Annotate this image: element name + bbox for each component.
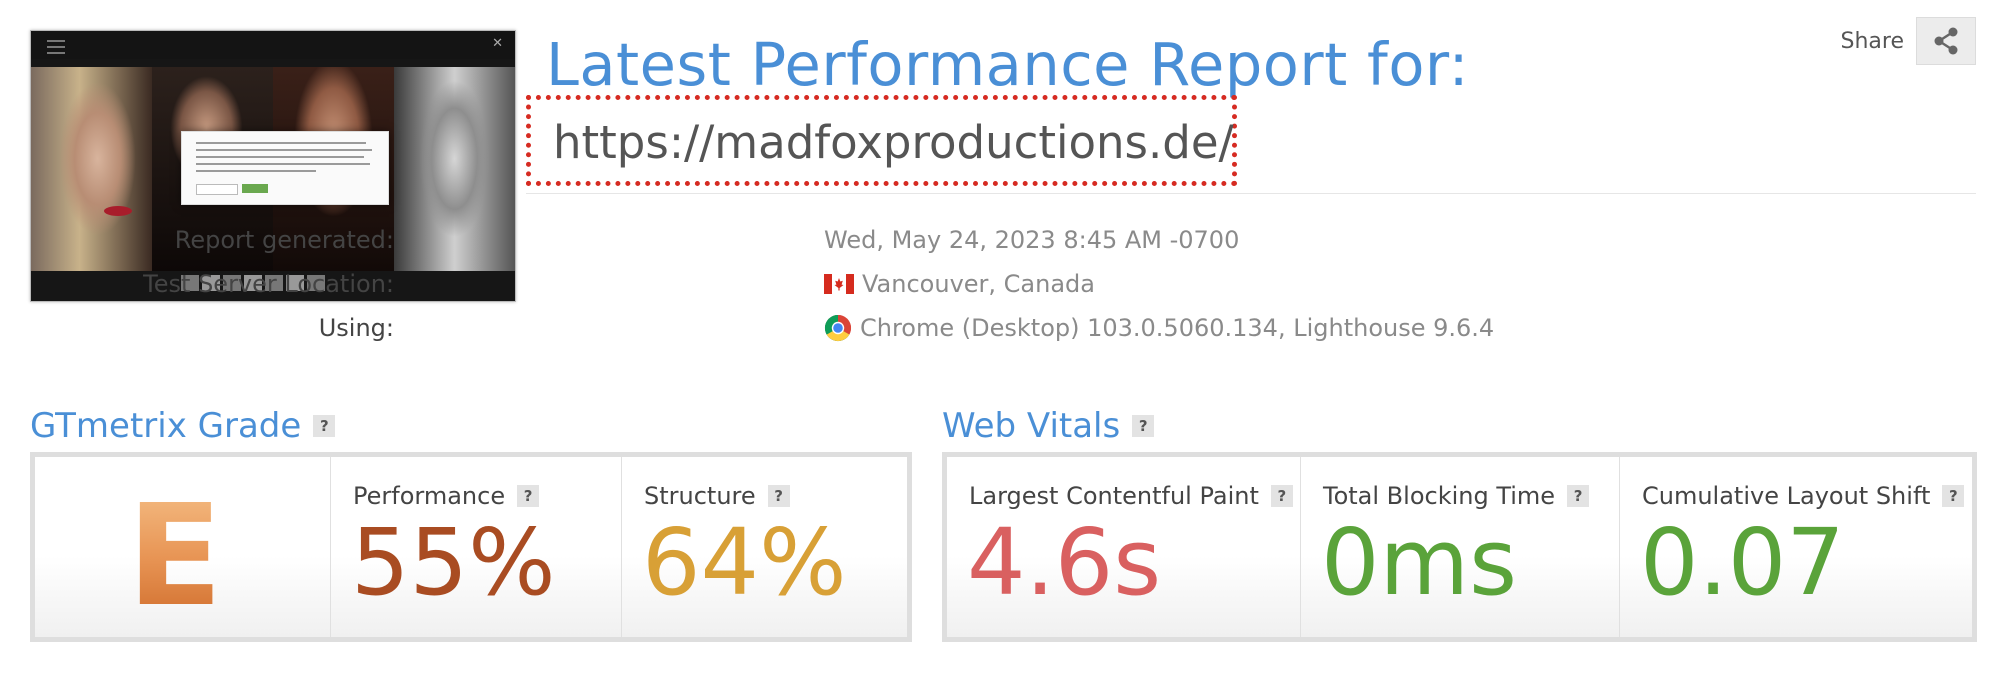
- structure-help-icon[interactable]: ?: [767, 485, 790, 507]
- page-title: Latest Performance Report for:: [546, 30, 1470, 99]
- share-button[interactable]: [1916, 17, 1976, 65]
- structure-label: Structure: [644, 482, 756, 510]
- chrome-icon: [824, 314, 852, 342]
- using-label: Using:: [318, 314, 394, 342]
- tbt-help-icon[interactable]: ?: [1567, 485, 1590, 507]
- meta-row-server-location: Test Server Location: Vancouver, Canada: [0, 266, 1600, 310]
- structure-value: 64%: [642, 509, 847, 616]
- share-icon: [1934, 27, 1958, 55]
- cls-cell: Cumulative Layout Shift ? 0.07: [1619, 457, 1972, 637]
- canada-flag-icon: [824, 274, 854, 294]
- tbt-label: Total Blocking Time: [1323, 482, 1556, 510]
- report-url[interactable]: https://madfoxproductions.de/: [553, 116, 1234, 169]
- meta-row-report-generated: Report generated: Wed, May 24, 2023 8:45…: [0, 222, 1600, 266]
- cls-label: Cumulative Layout Shift: [1642, 482, 1931, 510]
- performance-cell: Performance ? 55%: [330, 457, 621, 637]
- performance-help-icon[interactable]: ?: [517, 485, 540, 507]
- gtmetrix-grade-heading: GTmetrix Grade ?: [30, 406, 336, 446]
- lcp-value: 4.6s: [967, 509, 1162, 616]
- gtmetrix-grade-help-icon[interactable]: ?: [313, 415, 336, 437]
- lcp-label: Largest Contentful Paint: [969, 482, 1259, 510]
- tbt-value: 0ms: [1321, 509, 1518, 616]
- server-location-value: Vancouver, Canada: [862, 270, 1095, 298]
- header-divider: [526, 193, 1976, 194]
- web-vitals-heading: Web Vitals ?: [942, 406, 1155, 446]
- meta-row-using: Using: Chrome (Desktop) 103.0.5060.134, …: [0, 310, 1600, 354]
- share-label: Share: [1840, 28, 1905, 54]
- web-vitals-title: Web Vitals: [942, 406, 1121, 446]
- hamburger-menu-icon: [47, 40, 65, 54]
- server-location-label: Test Server Location:: [143, 270, 394, 298]
- cls-value: 0.07: [1640, 509, 1845, 616]
- gtmetrix-grade-panel: E Performance ? 55% Structure ? 64%: [30, 452, 912, 642]
- structure-cell: Structure ? 64%: [621, 457, 907, 637]
- thumbnail-topbar: ✕: [31, 31, 515, 59]
- report-generated-label: Report generated:: [174, 226, 394, 254]
- report-generated-value: Wed, May 24, 2023 8:45 AM -0700: [824, 226, 1240, 254]
- share-control: Share: [1840, 17, 1976, 65]
- report-meta: Report generated: Wed, May 24, 2023 8:45…: [0, 222, 1600, 354]
- grade-letter: E: [127, 475, 223, 638]
- gtmetrix-grade-title: GTmetrix Grade: [30, 406, 302, 446]
- tbt-cell: Total Blocking Time ? 0ms: [1300, 457, 1619, 637]
- cls-help-icon[interactable]: ?: [1942, 485, 1965, 507]
- performance-label: Performance: [353, 482, 506, 510]
- thumbnail-cookie-dialog: [181, 131, 389, 205]
- using-value: Chrome (Desktop) 103.0.5060.134, Lightho…: [860, 314, 1495, 342]
- performance-value: 55%: [351, 509, 556, 616]
- web-vitals-help-icon[interactable]: ?: [1132, 415, 1155, 437]
- lcp-help-icon[interactable]: ?: [1270, 485, 1293, 507]
- url-highlight-box: https://madfoxproductions.de/: [526, 95, 1237, 186]
- grade-cell: E: [35, 457, 330, 637]
- web-vitals-panel: Largest Contentful Paint ? 4.6s Total Bl…: [942, 452, 1977, 642]
- close-icon: ✕: [492, 36, 503, 51]
- lcp-cell: Largest Contentful Paint ? 4.6s: [947, 457, 1300, 637]
